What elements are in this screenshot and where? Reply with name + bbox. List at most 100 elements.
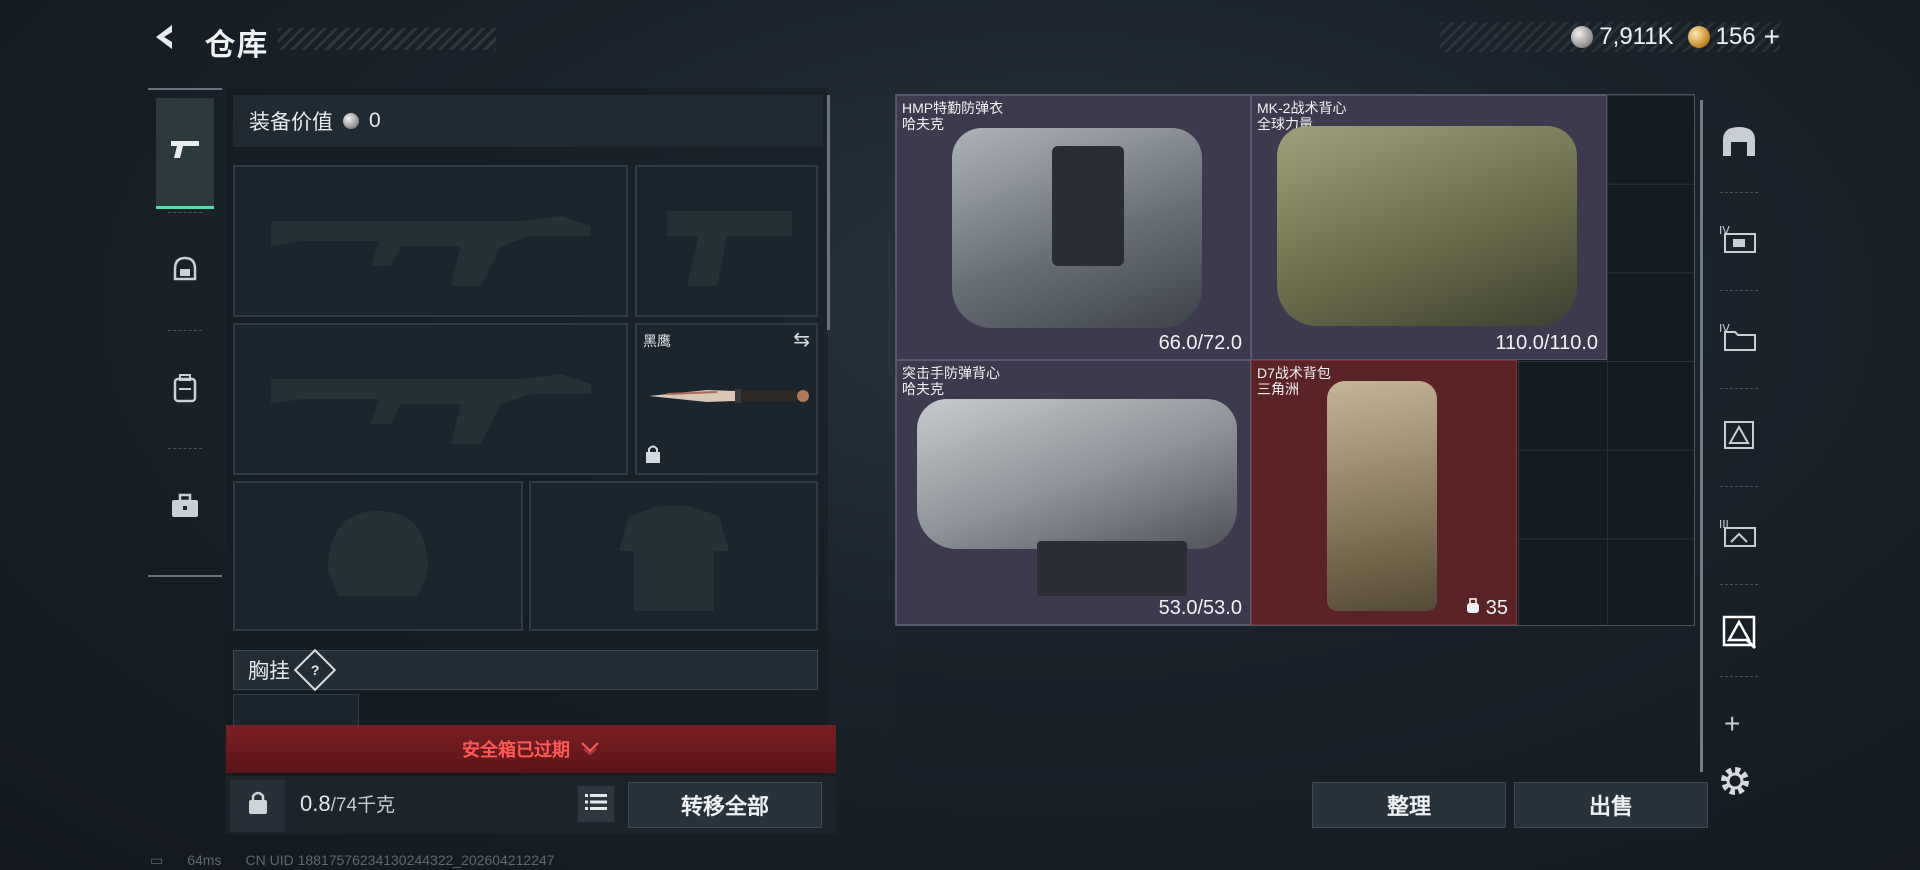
case-iv-icon: IV	[1719, 222, 1759, 263]
storage-tabs-rail: IV IV III	[1710, 88, 1768, 768]
category-armor[interactable]	[156, 224, 214, 322]
gold-amount: 156	[1715, 23, 1756, 50]
item-mk2-vest[interactable]: MK-2战术背心 全球力量 110.0/110.0	[1251, 95, 1607, 360]
category-rail	[148, 88, 222, 577]
back-button[interactable]	[150, 22, 186, 58]
item-name: D7战术背包	[1257, 365, 1331, 381]
item-hmp-armor[interactable]: HMP特勤防弹衣 哈夫克 66.0/72.0	[896, 95, 1251, 360]
chevron-down-icon	[580, 739, 600, 760]
tab-folder-iv[interactable]: IV	[1710, 292, 1768, 388]
armor-slot[interactable]	[529, 481, 818, 631]
safe-box-status: 安全箱已过期	[462, 740, 570, 760]
helmet-icon	[171, 255, 199, 292]
silver-coin-icon	[343, 113, 359, 129]
item-brand: 三角洲	[1257, 381, 1299, 397]
help-icon[interactable]: ?	[293, 648, 337, 692]
tab-case-iv[interactable]: IV	[1710, 194, 1768, 290]
lock-icon	[645, 444, 661, 469]
category-weapons[interactable]	[156, 98, 214, 209]
add-currency-button[interactable]: +	[1764, 21, 1780, 53]
item-durability: 66.0/72.0	[1158, 332, 1242, 354]
silver-currency: 7,911K	[1571, 23, 1674, 51]
divider	[1720, 584, 1758, 585]
status-bar: ▭ 64ms CN UID 18817576234130244322_20260…	[150, 852, 555, 869]
primary-weapon-slot[interactable]	[233, 165, 628, 317]
pistol-icon	[169, 136, 201, 168]
svg-text:III: III	[1719, 518, 1729, 531]
ping: 64ms	[187, 852, 222, 868]
warehouse-scrollbar[interactable]	[1700, 100, 1703, 772]
assault-vest-image	[917, 399, 1237, 549]
secondary-weapon-slot[interactable]	[233, 323, 628, 475]
tab-case-iii[interactable]: III	[1710, 488, 1768, 584]
chest-rig-header: 胸挂 ?	[233, 648, 818, 692]
carry-weight: 0.8/74千克	[300, 790, 395, 817]
safe-box-expired-banner[interactable]: 安全箱已过期	[226, 725, 836, 773]
armor-panel-detail	[1052, 146, 1124, 266]
sort-button[interactable]: 整理	[1312, 782, 1506, 828]
mk2-vest-image	[1277, 126, 1577, 326]
pistol-placeholder-icon	[637, 167, 816, 315]
item-assault-vest[interactable]: 突击手防弹背心 哈夫克 53.0/53.0	[896, 360, 1251, 625]
category-backpack[interactable]	[156, 342, 214, 440]
bunker-icon	[1719, 124, 1759, 165]
item-name: HMP特勤防弹衣	[902, 100, 1004, 116]
helmet-slot[interactable]	[233, 481, 523, 631]
settings-button[interactable]	[1718, 764, 1752, 807]
page-title: 仓库	[205, 29, 269, 62]
weight-current: 0.8	[300, 791, 331, 816]
weight-max: /74千克	[330, 795, 396, 816]
chest-rig-label: 胸挂	[248, 660, 290, 683]
melee-slot[interactable]: 黑鹰 ⇆	[635, 323, 818, 475]
divider	[168, 448, 202, 449]
divider	[1720, 486, 1758, 487]
divider	[1720, 388, 1758, 389]
helmet-placeholder-icon	[235, 483, 521, 629]
storage-triangle-icon	[1719, 418, 1759, 459]
weight-lock-button[interactable]	[230, 780, 285, 832]
divider	[168, 212, 202, 213]
pistol-slot[interactable]	[635, 165, 818, 317]
item-durability: 53.0/53.0	[1158, 597, 1242, 619]
user-uid: CN UID 18817576234130244322_202604212247	[245, 852, 555, 868]
item-name: MK-2战术背心	[1257, 100, 1347, 116]
briefcase-icon	[170, 493, 200, 526]
case-iii-icon: III	[1719, 516, 1759, 557]
category-cases[interactable]	[156, 460, 214, 558]
divider	[1720, 290, 1758, 291]
title-decoration	[278, 28, 496, 50]
list-view-button[interactable]	[578, 786, 614, 822]
item-durability: 110.0/110.0	[1495, 332, 1598, 354]
melee-name: 黑鹰	[643, 333, 671, 349]
swap-icon[interactable]: ⇆	[793, 327, 810, 352]
gear-icon	[1718, 767, 1752, 806]
add-storage-button[interactable]: +	[1724, 708, 1740, 740]
equipment-value: 装备价值 0	[233, 95, 823, 147]
tab-storage-active[interactable]	[1710, 586, 1768, 682]
battery-icon: ▭	[150, 852, 164, 868]
item-d7-backpack[interactable]: D7战术背包 三角洲 35	[1251, 360, 1517, 625]
weight-lock-icon	[247, 790, 269, 823]
rifle-placeholder-icon	[235, 325, 626, 473]
backpack-capacity-icon	[1466, 597, 1480, 620]
silver-coin-icon	[1571, 26, 1594, 48]
gold-coin-icon	[1687, 26, 1710, 48]
transfer-all-button[interactable]: 转移全部	[628, 782, 822, 828]
gold-currency: 156 +	[1687, 21, 1780, 53]
combat-knife-image	[649, 389, 809, 403]
tab-storage-triangle[interactable]	[1710, 390, 1768, 486]
tab-bunker[interactable]	[1710, 96, 1768, 192]
divider	[1720, 676, 1758, 677]
item-capacity: 35	[1485, 597, 1508, 619]
folder-iv-icon: IV	[1719, 320, 1759, 361]
equipment-scrollbar[interactable]	[827, 95, 830, 330]
equipment-value-amount: 0	[369, 109, 381, 132]
sell-button[interactable]: 出售	[1514, 782, 1708, 828]
list-icon	[585, 791, 607, 817]
storage-active-icon	[1719, 612, 1759, 657]
rifle-placeholder-icon	[235, 167, 626, 315]
divider	[168, 330, 202, 331]
divider	[1720, 192, 1758, 193]
armor-placeholder-icon	[531, 483, 816, 629]
warehouse-grid: HMP特勤防弹衣 哈夫克 66.0/72.0 MK-2战术背心 全球力量 110…	[895, 94, 1695, 626]
